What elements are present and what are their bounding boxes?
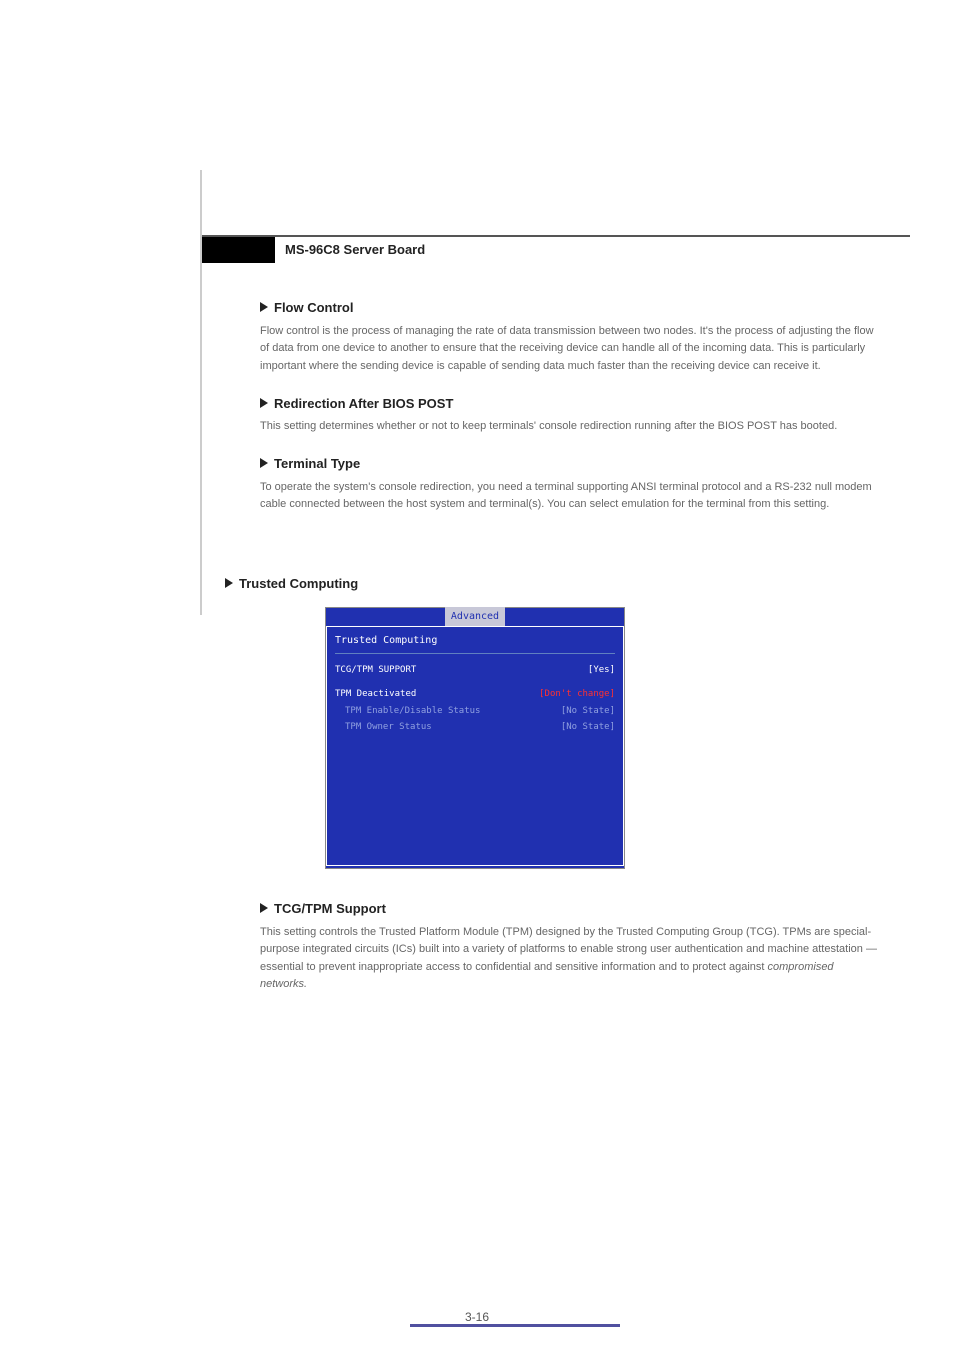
arrow-icon: [225, 578, 233, 588]
header-black-box: [200, 237, 275, 263]
item-desc-redirection: This setting determines whether or not t…: [260, 418, 910, 436]
bios-row-deactivated: TPM Deactivated [Don't change]: [335, 686, 615, 702]
bios-row-support: TCG/TPM SUPPORT [Yes]: [335, 662, 615, 678]
item-desc-terminal-type: To operate the system's console redirect…: [260, 479, 910, 514]
heading-text: Terminal Type: [274, 456, 360, 471]
arrow-icon: [260, 302, 268, 312]
heading-text: Trusted Computing: [239, 576, 358, 591]
footer-line: [410, 1324, 620, 1327]
bios-value: [No State]: [561, 704, 615, 718]
item-desc-tcg-tpm: This setting controls the Trusted Platfo…: [260, 924, 910, 994]
page-number: 3-16: [465, 1310, 489, 1324]
item-desc-flow-control: Flow control is the process of managing …: [260, 323, 910, 376]
arrow-icon: [260, 903, 268, 913]
bios-body: Trusted Computing TCG/TPM SUPPORT [Yes] …: [326, 626, 624, 868]
spacer: [335, 678, 615, 686]
content-outer: Trusted Computing Advanced Trusted Compu…: [200, 514, 910, 994]
bios-row-owner-status: TPM Owner Status [No State]: [335, 719, 615, 735]
arrow-icon: [260, 398, 268, 408]
bios-label: TCG/TPM SUPPORT: [335, 663, 416, 677]
section-heading-trusted-computing: Trusted Computing: [225, 574, 910, 595]
vertical-divider: [200, 170, 202, 615]
page-title: MS-96C8 Server Board: [275, 237, 435, 263]
bios-section-title: Trusted Computing: [335, 633, 615, 654]
bios-label: TPM Enable/Disable Status: [335, 704, 480, 718]
header-bar: MS-96C8 Server Board: [200, 235, 910, 263]
content-inner: Flow Control Flow control is the process…: [200, 263, 910, 514]
page-container: MS-96C8 Server Board Flow Control Flow c…: [200, 170, 910, 994]
item-heading-tcg-tpm: TCG/TPM Support: [260, 899, 910, 920]
heading-text: TCG/TPM Support: [274, 901, 386, 916]
bios-screenshot: Advanced Trusted Computing TCG/TPM SUPPO…: [325, 607, 625, 869]
bios-value: [No State]: [561, 720, 615, 734]
bios-inner: Trusted Computing TCG/TPM SUPPORT [Yes] …: [326, 626, 624, 866]
bios-value: [Yes]: [588, 663, 615, 677]
item-heading-terminal-type: Terminal Type: [260, 454, 910, 475]
bios-label: TPM Deactivated: [335, 687, 416, 701]
heading-text: Redirection After BIOS POST: [274, 396, 453, 411]
heading-text: Flow Control: [274, 300, 353, 315]
bios-label: TPM Owner Status: [335, 720, 432, 734]
arrow-icon: [260, 458, 268, 468]
bios-top-bar: Advanced: [326, 608, 624, 626]
item-heading-redirection: Redirection After BIOS POST: [260, 394, 910, 415]
item-heading-flow-control: Flow Control: [260, 298, 910, 319]
bios-value: [Don't change]: [539, 687, 615, 701]
bios-tab-advanced: Advanced: [445, 607, 505, 627]
bios-row-enable-status: TPM Enable/Disable Status [No State]: [335, 703, 615, 719]
